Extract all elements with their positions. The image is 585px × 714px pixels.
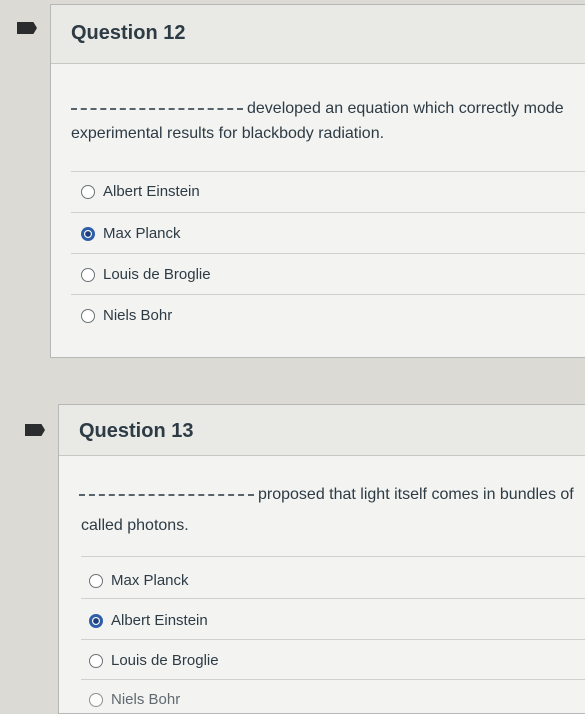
question-13-prompt-line2: called photons. — [81, 517, 189, 534]
divider — [81, 679, 585, 680]
divider — [71, 171, 585, 172]
question-13-prompt-text-1: proposed that light itself comes in bund… — [258, 486, 574, 503]
question-12-header: Question 12 — [51, 5, 585, 64]
question-12-answer-3[interactable]: Louis de Broglie — [81, 266, 211, 283]
divider — [81, 639, 585, 640]
question-12-blank — [71, 107, 243, 110]
answer-label: Albert Einstein — [103, 183, 200, 200]
question-12-prompt-text-1: developed an equation which correctly mo… — [247, 100, 564, 117]
radio-button-icon[interactable] — [81, 267, 95, 282]
question-12-flag-icon[interactable] — [17, 22, 37, 34]
divider — [71, 294, 585, 295]
answer-label: Niels Bohr — [103, 307, 173, 324]
question-12-prompt-line1: developed an equation which correctly mo… — [71, 97, 564, 121]
radio-button-selected-icon[interactable] — [81, 226, 95, 241]
question-13-blank — [79, 493, 254, 496]
answer-label: Albert Einstein — [111, 612, 208, 629]
question-13-card: Question 13 proposed that light itself c… — [58, 404, 585, 714]
question-12-answer-1[interactable]: Albert Einstein — [81, 183, 200, 200]
answer-label: Louis de Broglie — [103, 266, 211, 283]
question-13-header: Question 13 — [59, 405, 585, 456]
question-13-flag-icon[interactable] — [25, 424, 45, 436]
answer-label: Max Planck — [103, 225, 181, 242]
question-12-prompt-line2: experimental results for blackbody radia… — [71, 125, 385, 142]
divider — [71, 212, 585, 213]
question-13-title: Question 13 — [79, 420, 194, 442]
radio-button-icon[interactable] — [81, 184, 95, 199]
divider — [71, 253, 585, 254]
question-12-answer-2[interactable]: Max Planck — [81, 225, 181, 242]
question-12-card: Question 12 developed an equation which … — [50, 4, 585, 358]
radio-button-icon[interactable] — [89, 573, 103, 588]
answer-label: Max Planck — [111, 572, 189, 589]
question-12-answer-4[interactable]: Niels Bohr — [81, 307, 172, 324]
question-13-prompt-line1: proposed that light itself comes in bund… — [79, 483, 574, 507]
radio-button-selected-icon[interactable] — [89, 613, 103, 628]
answer-label: Louis de Broglie — [111, 652, 219, 669]
question-13-answer-1[interactable]: Max Planck — [89, 572, 189, 589]
divider — [81, 598, 585, 599]
question-12-title: Question 12 — [71, 22, 186, 44]
radio-button-icon[interactable] — [89, 653, 103, 668]
radio-button-icon[interactable] — [81, 308, 95, 323]
divider — [81, 556, 585, 557]
question-13-answer-2[interactable]: Albert Einstein — [89, 612, 208, 629]
question-13-answer-3[interactable]: Louis de Broglie — [89, 652, 219, 669]
